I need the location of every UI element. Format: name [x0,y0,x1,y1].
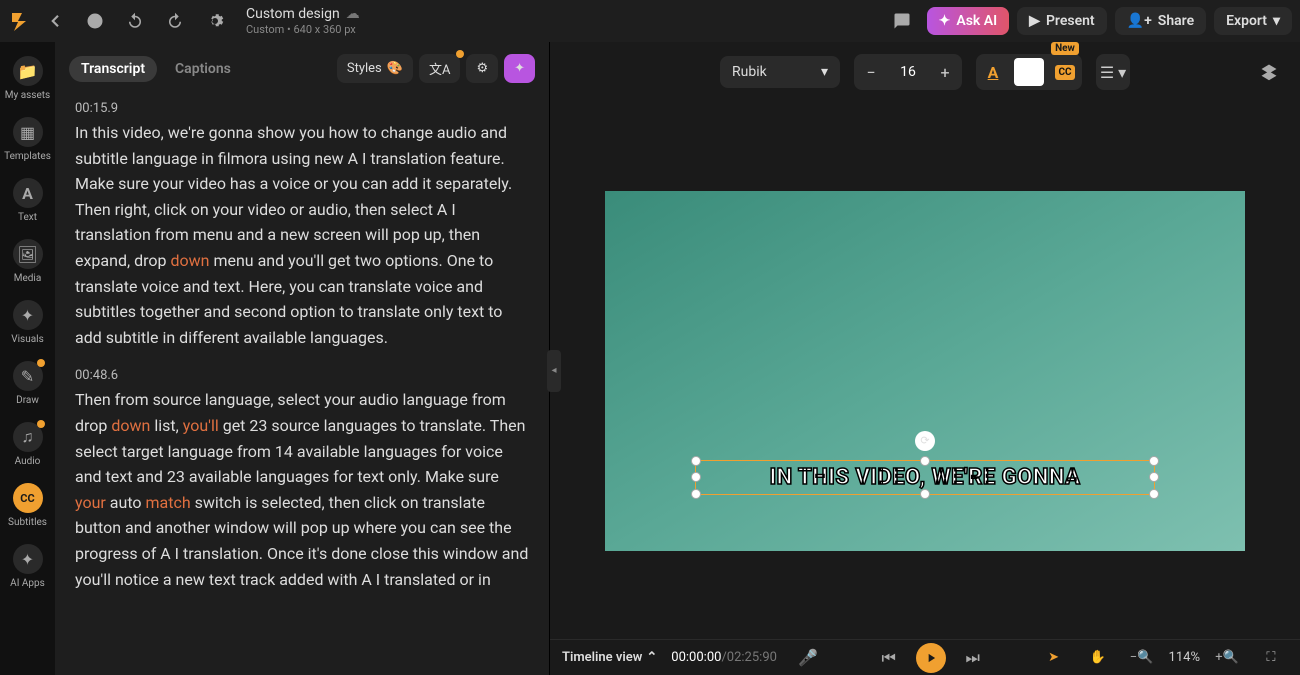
nav-text[interactable]: AText [0,174,55,227]
fill-color-button[interactable] [1014,58,1044,86]
ask-ai-button[interactable]: ✦Ask AI [927,7,1010,35]
nav-my-assets[interactable]: 📁My assets [0,52,55,105]
sparkle-icon: ✦ [939,13,951,29]
subtitle-box[interactable]: ⟳ IN THIS VIDEO, WE'RE GONNA [695,460,1155,495]
resize-handle[interactable] [691,472,701,482]
export-button[interactable]: Export▾ [1214,7,1292,35]
share-button[interactable]: 👤+Share [1115,7,1206,35]
undo-button[interactable] [118,4,152,38]
transcript-text[interactable]: In this video, we're gonna show you how … [75,120,529,350]
ai-apps-icon: ✦ [13,544,43,574]
left-nav: 📁My assets ▦Templates AText 🖼Media ✦Visu… [0,42,55,675]
translate-button[interactable]: 文A [419,54,460,83]
comment-icon[interactable] [885,4,919,38]
bottom-bar: Timeline view ⌃ 00:00:00/02:25:90 🎤 ⏮ ⏭ … [550,639,1300,675]
tab-captions[interactable]: Captions [163,56,243,82]
resize-handle[interactable] [1149,472,1159,482]
styles-button[interactable]: Styles 🎨 [337,54,413,83]
top-bar: Custom design ☁ Custom • 640 x 360 px ✦As… [0,0,1300,42]
zoom-level[interactable]: 114% [1169,650,1200,665]
transcript-timestamp[interactable]: 00:48.6 [75,368,529,383]
settings-button[interactable] [198,4,232,38]
history-button[interactable] [78,4,112,38]
nav-visuals[interactable]: ✦Visuals [0,296,55,349]
layers-button[interactable] [1252,55,1286,89]
nav-ai-apps[interactable]: ✦AI Apps [0,540,55,593]
hand-tool[interactable]: ✋ [1081,641,1115,675]
design-name[interactable]: Custom design [246,6,340,23]
app-logo [8,9,32,33]
fullscreen-button[interactable]: ⛶ [1254,641,1288,675]
font-select[interactable]: Rubik▾ [720,56,840,88]
collapse-panel-button[interactable]: ◂ [547,350,561,392]
present-icon: ▶ [1029,13,1040,29]
transcript-block[interactable]: 00:48.6 Then from source language, select… [75,368,529,592]
alignment-button[interactable]: ☰ ▾ [1096,54,1130,90]
subtitle-text[interactable]: IN THIS VIDEO, WE'RE GONNA [696,465,1154,490]
magic-button[interactable]: ✦ [504,54,535,83]
zoom-out-button[interactable]: −🔍 [1125,641,1159,675]
draw-icon: ✎ [13,361,43,391]
font-size-value[interactable]: 16 [888,64,928,80]
transcript-block[interactable]: 00:15.9 In this video, we're gonna show y… [75,101,529,350]
mic-button[interactable]: 🎤 [791,641,825,675]
audio-icon: ♫ [13,422,43,452]
tab-transcript[interactable]: Transcript [69,56,157,82]
format-bar: Rubik▾ − 16 + A NewCC ☰ ▾ [550,42,1300,102]
chevron-down-icon: ▾ [1273,13,1280,29]
add-user-icon: 👤+ [1127,13,1152,29]
chevron-down-icon: ▾ [821,64,828,80]
nav-media[interactable]: 🖼Media [0,235,55,288]
zoom-in-button[interactable]: +🔍 [1210,641,1244,675]
resize-handle[interactable] [1149,489,1159,499]
back-button[interactable] [38,4,72,38]
font-size-increase[interactable]: + [928,54,962,90]
text-color-button[interactable]: A [976,54,1010,90]
font-size-decrease[interactable]: − [854,54,888,90]
cursor-tool[interactable]: ➤ [1037,641,1071,675]
resize-handle[interactable] [920,456,930,466]
nav-subtitles[interactable]: CCSubtitles [0,479,55,532]
redo-button[interactable] [158,4,192,38]
canvas-area[interactable]: ◂ ⟳ IN THIS VIDEO, WE'RE GONNA [550,102,1300,639]
cc-theme-button[interactable]: NewCC [1048,54,1082,90]
resize-handle[interactable] [1149,456,1159,466]
resize-handle[interactable] [691,456,701,466]
cloud-icon: ☁ [346,6,360,23]
styles-icon: 🎨 [387,61,403,76]
nav-audio[interactable]: ♫Audio [0,418,55,471]
timeline-view-toggle[interactable]: Timeline view ⌃ [562,650,657,665]
panel-settings-button[interactable]: ⚙ [466,54,498,83]
rewind-button[interactable]: ⏮ [872,641,906,675]
playback-time: 00:00:00/02:25:90 [671,650,777,665]
templates-icon: ▦ [13,117,43,147]
sparkle-icon: ✦ [514,61,525,76]
canvas-side: Rubik▾ − 16 + A NewCC ☰ ▾ ◂ ⟳ [550,42,1300,675]
media-icon: 🖼 [13,239,43,269]
transcript-timestamp[interactable]: 00:15.9 [75,101,529,116]
chevron-up-icon: ⌃ [646,650,657,665]
subtitles-icon: CC [13,483,43,513]
new-badge: New [1051,42,1079,55]
visuals-icon: ✦ [13,300,43,330]
resize-handle[interactable] [920,489,930,499]
resize-handle[interactable] [691,489,701,499]
play-button[interactable] [916,643,946,673]
canvas[interactable]: ⟳ IN THIS VIDEO, WE'RE GONNA [605,191,1245,551]
design-title: Custom design ☁ Custom • 640 x 360 px [246,6,360,36]
present-button[interactable]: ▶Present [1017,7,1106,35]
nav-draw[interactable]: ✎Draw [0,357,55,410]
text-icon: A [13,178,43,208]
rotate-handle[interactable]: ⟳ [915,431,935,451]
transcript-body[interactable]: 00:15.9 In this video, we're gonna show y… [55,95,549,675]
transcript-text[interactable]: Then from source language, select your a… [75,387,529,592]
nav-templates[interactable]: ▦Templates [0,113,55,166]
translate-icon: 文A [429,59,450,78]
transcript-panel: Transcript Captions Styles 🎨 文A ⚙ ✦ 00:1… [55,42,550,675]
forward-button[interactable]: ⏭ [956,641,990,675]
gear-icon: ⚙ [476,61,488,76]
folder-icon: 📁 [13,56,43,86]
design-dimensions: Custom • 640 x 360 px [246,23,360,36]
